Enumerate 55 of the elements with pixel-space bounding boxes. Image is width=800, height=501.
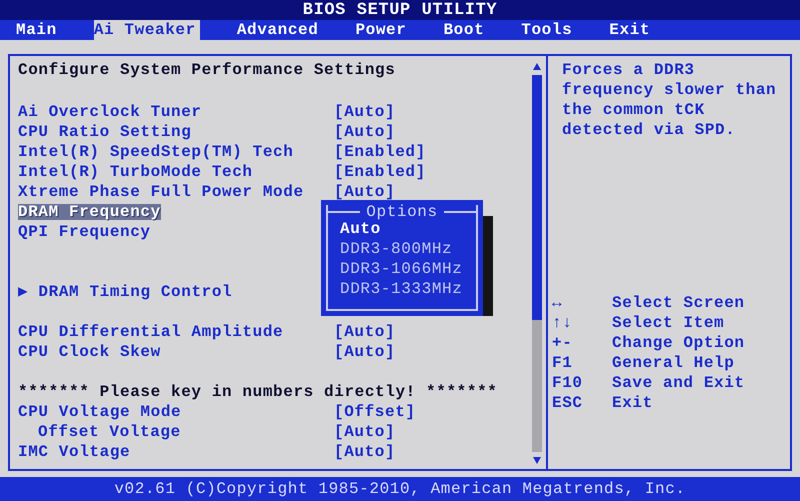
option-item[interactable]: DDR3-1333MHz xyxy=(340,281,462,297)
key-label: +- xyxy=(552,333,574,353)
note-text: ******* Please key in numbers directly! ******* xyxy=(18,384,498,400)
setting-value[interactable]: [Auto] xyxy=(334,424,530,440)
menu-tab[interactable]: Boot xyxy=(443,20,484,40)
setting-value[interactable]: [Auto] xyxy=(334,184,530,200)
scroll-up-icon[interactable] xyxy=(532,62,542,71)
setting-label[interactable]: CPU Clock Skew xyxy=(18,344,161,360)
setting-value[interactable]: [Auto] xyxy=(334,124,530,140)
setting-label[interactable]: Ai Overclock Tuner xyxy=(18,104,202,120)
key-label: ESC xyxy=(552,393,584,413)
setting-label[interactable]: DRAM Frequency xyxy=(18,204,161,220)
key-action: Select Item xyxy=(612,313,724,333)
setting-value[interactable]: [Offset] xyxy=(334,404,530,420)
setting-label[interactable]: QPI Frequency xyxy=(18,224,151,240)
option-item[interactable]: DDR3-1066MHz xyxy=(340,261,462,277)
setting-label[interactable]: Intel(R) SpeedStep(TM) Tech xyxy=(18,144,294,160)
key-label: F1 xyxy=(552,353,574,373)
popup-title: Options xyxy=(365,204,439,220)
setting-label[interactable]: CPU Differential Amplitude xyxy=(18,324,284,340)
window-title: BIOS SETUP UTILITY xyxy=(302,2,498,18)
setting-value[interactable]: [Enabled] xyxy=(334,144,530,160)
option-item[interactable]: DDR3-800MHz xyxy=(340,241,452,257)
menu-tab[interactable]: Advanced xyxy=(236,20,318,40)
menu-tab[interactable]: Ai Tweaker xyxy=(94,20,200,40)
menu-tab[interactable]: Power xyxy=(355,20,406,40)
key-action: General Help xyxy=(612,353,734,373)
setting-label[interactable]: CPU Voltage Mode xyxy=(18,404,182,420)
copyright-text: v02.61 (C)Copyright 1985-2010, American Megatrends, Inc. xyxy=(114,479,686,500)
key-label: ↑↓ xyxy=(552,313,574,333)
menu-tab[interactable]: Main xyxy=(16,20,57,40)
setting-label[interactable]: Intel(R) TurboMode Tech xyxy=(18,164,253,180)
setting-label[interactable]: CPU Ratio Setting xyxy=(18,124,192,140)
setting-label[interactable]: Offset Voltage xyxy=(18,424,181,440)
submenu-item[interactable]: ▶ DRAM Timing Control xyxy=(18,284,232,300)
setting-value[interactable]: [Auto] xyxy=(334,104,530,120)
menu-tab[interactable]: Exit xyxy=(609,20,650,40)
option-item[interactable]: Auto xyxy=(340,221,381,237)
key-action: Change Option xyxy=(612,333,745,353)
setting-label[interactable]: IMC Voltage xyxy=(18,444,130,460)
key-action: Save and Exit xyxy=(612,373,745,393)
setting-value[interactable]: [Auto] xyxy=(334,324,530,340)
section-heading: Configure System Performance Settings xyxy=(18,62,396,78)
setting-value[interactable]: [Enabled] xyxy=(334,164,530,180)
scroll-down-icon[interactable] xyxy=(532,456,542,465)
scrollbar-thumb[interactable] xyxy=(532,75,542,320)
key-action: Exit xyxy=(612,393,653,413)
menu-tab[interactable]: Tools xyxy=(521,20,572,40)
key-label: F10 xyxy=(552,373,584,393)
setting-value[interactable]: [Auto] xyxy=(334,444,530,460)
help-text: Forces a DDR3 frequency slower than the common tCK detected via SPD. xyxy=(562,60,778,140)
key-action: Select Screen xyxy=(612,293,745,313)
setting-label[interactable]: Xtreme Phase Full Power Mode xyxy=(18,184,304,200)
key-label: ↔ xyxy=(552,293,564,313)
setting-value[interactable]: [Auto] xyxy=(334,344,530,360)
